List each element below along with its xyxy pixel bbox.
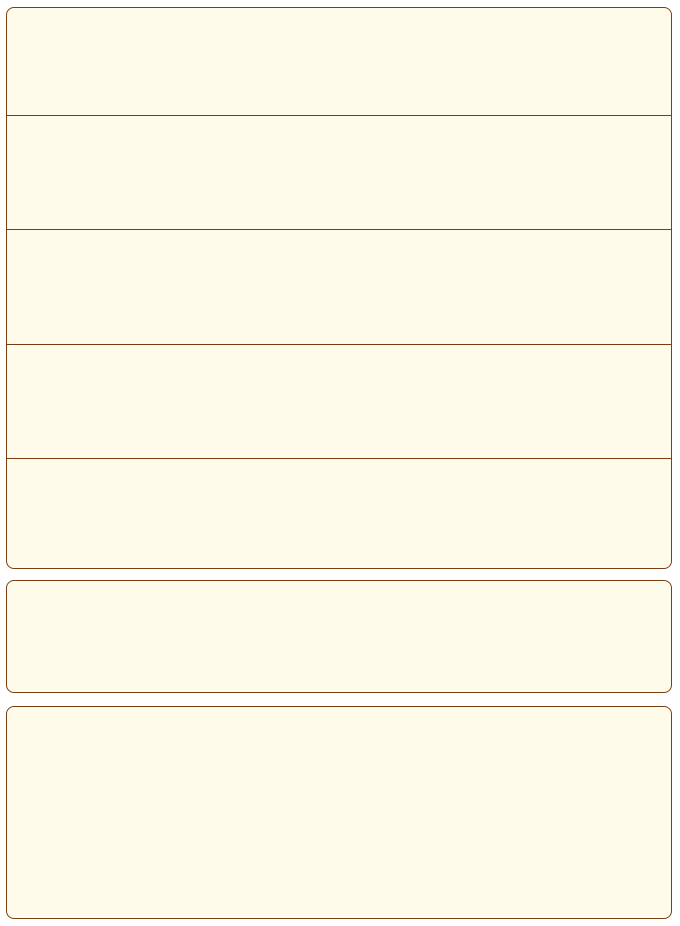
list-row[interactable]	[7, 115, 671, 229]
bottom-panel	[6, 706, 672, 919]
main-list-panel	[6, 7, 672, 569]
list-row[interactable]	[7, 229, 671, 344]
list-row[interactable]	[7, 458, 671, 568]
page	[0, 0, 680, 926]
middle-panel	[6, 580, 672, 693]
list-row[interactable]	[7, 8, 671, 115]
list-row[interactable]	[7, 344, 671, 458]
